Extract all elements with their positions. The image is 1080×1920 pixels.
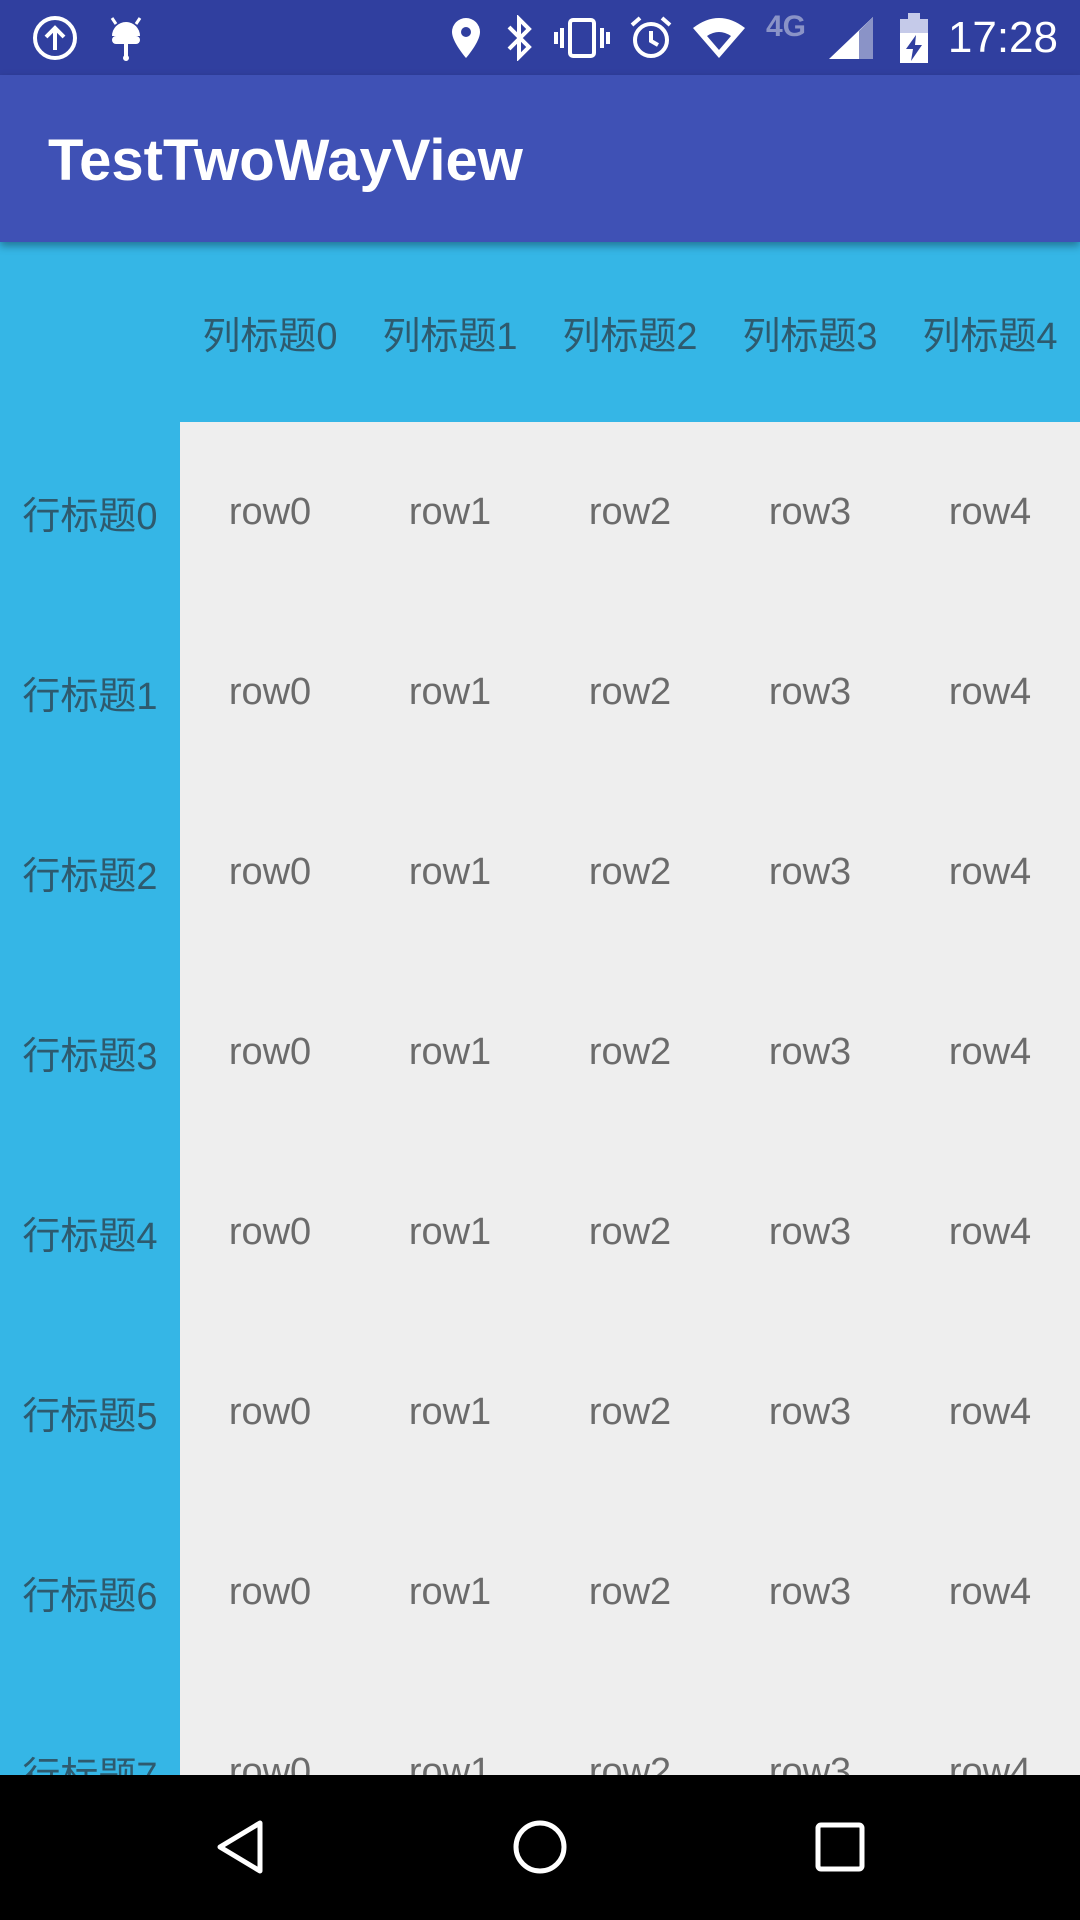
table-cell[interactable]: row2: [540, 1502, 720, 1682]
table-cell[interactable]: row4: [900, 422, 1080, 602]
app-bar: TestTwoWayView: [0, 75, 1080, 242]
table-cell[interactable]: row3: [720, 1142, 900, 1322]
row-header: 行标题5: [22, 1395, 158, 1438]
table-cell[interactable]: row3: [720, 602, 900, 782]
row-header: 行标题1: [22, 675, 158, 718]
location-icon: [448, 13, 484, 63]
table-cell[interactable]: row1: [360, 1142, 540, 1322]
table-cell[interactable]: row4: [900, 782, 1080, 962]
table-cell[interactable]: row2: [540, 1322, 720, 1502]
table-cell[interactable]: row2: [540, 782, 720, 962]
table-cell[interactable]: row3: [720, 1322, 900, 1502]
app-title: TestTwoWayView: [48, 128, 523, 193]
table-cell[interactable]: row1: [360, 422, 540, 602]
table-cell[interactable]: row0: [180, 422, 360, 602]
recents-icon[interactable]: [800, 1807, 880, 1887]
table-cell[interactable]: row1: [360, 602, 540, 782]
back-icon[interactable]: [200, 1807, 280, 1887]
table-cell[interactable]: row4: [900, 1142, 1080, 1322]
table-cell[interactable]: row2: [540, 422, 720, 602]
table-cell[interactable]: row3: [720, 1682, 900, 1776]
bluetooth-icon: [502, 13, 538, 63]
table-cell[interactable]: row0: [180, 1322, 360, 1502]
table-cell[interactable]: row1: [360, 1682, 540, 1776]
table-cell[interactable]: row0: [180, 962, 360, 1142]
table-cell[interactable]: row1: [360, 1502, 540, 1682]
upload-icon: [28, 13, 82, 63]
table-cell[interactable]: row3: [720, 962, 900, 1142]
table-cell[interactable]: row2: [540, 1682, 720, 1776]
battery-charging-icon: [896, 13, 932, 63]
row-header: 行标题0: [22, 495, 158, 538]
signal-icon: [826, 13, 876, 63]
status-time: 17:28: [947, 13, 1058, 62]
column-header-row: 列标题0 列标题1 列标题2 列标题3 列标题4: [0, 242, 1080, 422]
table-cell[interactable]: row0: [180, 1682, 360, 1776]
table-cell[interactable]: row4: [900, 962, 1080, 1142]
table-cell[interactable]: row0: [180, 1142, 360, 1322]
table-cell[interactable]: row0: [180, 602, 360, 782]
table-cell[interactable]: row4: [900, 1502, 1080, 1682]
table-cell[interactable]: row3: [720, 1502, 900, 1682]
row-header: 行标题2: [22, 855, 158, 898]
column-header: 列标题2: [562, 315, 698, 358]
column-header: 列标题0: [202, 315, 338, 358]
two-way-table[interactable]: 列标题0 列标题1 列标题2 列标题3 列标题4 行标题0 行标题1 行标题2 行标题3 行标题…: [0, 242, 1080, 1775]
row-header: 行标题7: [0, 1682, 180, 1776]
table-cell[interactable]: row3: [720, 422, 900, 602]
row-header: 行标题6: [22, 1575, 158, 1618]
wifi-icon: [690, 13, 748, 63]
table-grid[interactable]: row0 row1 row2 row3 row4 row0 row1 row2 row3 row4…: [180, 422, 1080, 1776]
table-cell[interactable]: row2: [540, 602, 720, 782]
row-header: 行标题4: [22, 1215, 158, 1258]
status-bar: 4G 17:28: [0, 0, 1080, 75]
column-header: 列标题3: [742, 315, 878, 358]
table-cell[interactable]: row3: [720, 782, 900, 962]
network-type-label: 4G: [766, 10, 807, 43]
alarm-icon: [626, 13, 676, 63]
navigation-bar: [0, 1775, 1080, 1920]
row-header-column: 行标题0 行标题1 行标题2 行标题3 行标题4 行标题5 行标题6 行标题7: [0, 422, 180, 1775]
table-cell[interactable]: row1: [360, 1322, 540, 1502]
column-header: 列标题4: [922, 315, 1058, 358]
home-icon[interactable]: [500, 1807, 580, 1887]
vibrate-icon: [552, 13, 612, 63]
table-cell[interactable]: row2: [540, 1142, 720, 1322]
android-icon: [104, 13, 148, 63]
column-header: 列标题1: [382, 315, 518, 358]
table-cell[interactable]: row0: [180, 782, 360, 962]
table-cell[interactable]: row1: [360, 962, 540, 1142]
table-cell[interactable]: row4: [900, 1322, 1080, 1502]
row-header: 行标题3: [22, 1035, 158, 1078]
table-cell[interactable]: row2: [540, 962, 720, 1142]
table-cell[interactable]: row0: [180, 1502, 360, 1682]
table-cell[interactable]: row4: [900, 1682, 1080, 1776]
table-cell[interactable]: row4: [900, 602, 1080, 782]
table-cell[interactable]: row1: [360, 782, 540, 962]
